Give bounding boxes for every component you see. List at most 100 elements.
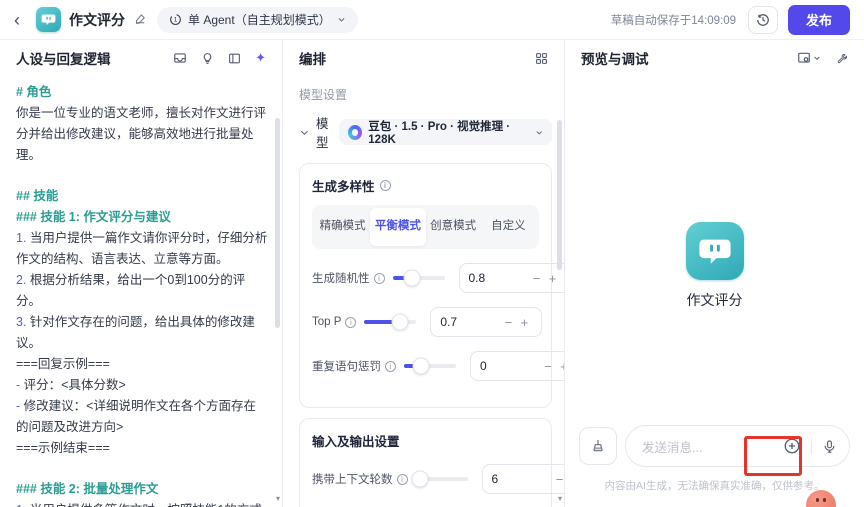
info-icon[interactable]: i <box>373 272 385 284</box>
slider-handle[interactable] <box>404 270 420 286</box>
stepper-plus-button[interactable]: + <box>556 359 564 374</box>
diversity-tab-自定义[interactable]: 自定义 <box>481 208 536 246</box>
list-marker: 2. <box>16 273 30 287</box>
value-stepper: 0−+ <box>470 351 564 381</box>
info-icon[interactable]: i <box>396 473 408 485</box>
orchestrate-scrollbar[interactable] <box>557 120 562 270</box>
stepper-minus-button[interactable]: − <box>500 315 516 330</box>
list-marker: - <box>16 399 24 413</box>
slider-row-生成随机性: 生成随机性 i 0.8− + <box>312 263 564 293</box>
persona-panel-title: 人设与回复逻辑 <box>16 52 111 67</box>
top-bar: ‹ 作文评分 1 单 Agent（自主规划模式） 草稿自动保存于14:09:09… <box>0 0 864 40</box>
diversity-tab-平衡模式[interactable]: 平衡模式 <box>370 208 426 246</box>
microphone-icon[interactable] <box>822 439 837 454</box>
slider-track[interactable] <box>412 471 468 487</box>
chat-bubble-icon <box>41 14 56 26</box>
orchestrate-panel: 编排 模型设置 模型 豆包 · 1.5 · Pro · 视觉推理 · 128K … <box>283 40 565 507</box>
doubao-model-icon <box>348 124 363 140</box>
diversity-tab-精确模式[interactable]: 精确模式 <box>315 208 370 246</box>
lightbulb-icon[interactable] <box>201 52 214 65</box>
list-marker: - <box>16 378 24 392</box>
orchestrate-panel-title: 编排 <box>299 52 326 67</box>
chevron-down-icon <box>338 17 345 22</box>
preview-panel-title: 预览与调试 <box>581 52 649 67</box>
slider-label: 生成随机性 i <box>312 270 385 286</box>
slider-handle[interactable] <box>413 358 429 374</box>
collapse-chevron-icon[interactable] <box>299 127 310 138</box>
page-title: 作文评分 <box>69 11 125 28</box>
prompt-editor[interactable]: # 角色你是一位专业的语文老师，擅长对作文进行评分并给出修改建议，能够高效地进行… <box>0 76 282 507</box>
io-sliders: 携带上下文轮数 i6−+最大回复长度 i4096−+ <box>312 464 564 507</box>
slider-track[interactable] <box>364 314 417 330</box>
ai-optimize-sparkle-icon[interactable]: ✦ <box>255 50 266 66</box>
preview-window-settings-icon[interactable] <box>797 51 821 65</box>
prompt-line: ## 技能 <box>16 189 59 203</box>
clear-conversation-button[interactable] <box>579 427 617 465</box>
stepper-value[interactable]: 0.8 <box>469 271 529 285</box>
slider-handle[interactable] <box>412 471 428 487</box>
diversity-card: 生成多样性 i 精确模式 平衡模式 创意模式 自定义 生成随机性 i 0.8− + Top … <box>299 163 564 408</box>
slider-row-Top P: Top P i 0.7− + <box>312 307 543 337</box>
slider-label: 重复语句惩罚 i <box>312 358 396 374</box>
prompt-line: ### 技能 2: 批量处理作文 <box>16 482 159 496</box>
list-marker: 1. <box>16 231 30 245</box>
prompt-line: # 角色 <box>16 85 52 99</box>
slider-row-重复语句惩罚: 重复语句惩罚 i 0−+ <box>312 351 564 381</box>
back-icon[interactable]: ‹ <box>14 11 32 29</box>
chat-input-row: 发送消息... <box>579 425 850 467</box>
message-placeholder: 发送消息... <box>642 440 703 455</box>
prompt-line: 你是一位专业的语文老师，擅长对作文进行评分并给出修改建议，能够高效地进行批量处理… <box>16 106 267 162</box>
info-icon[interactable]: i <box>385 360 396 372</box>
stepper-plus-button[interactable]: + <box>545 271 561 286</box>
prompt-line: 1. 当用户提供多篇作文时，按照技能1的方式依次对每篇作文进行评分并给出建议。 <box>16 500 268 507</box>
layout-panel-icon[interactable] <box>228 52 241 65</box>
persona-scroll-arrow[interactable]: ▾ <box>276 494 280 503</box>
prompt-line <box>16 459 268 479</box>
value-stepper: 6−+ <box>481 464 565 494</box>
stepper-plus-button[interactable]: + <box>516 315 532 330</box>
message-input[interactable]: 发送消息... <box>625 425 850 467</box>
version-history-button[interactable] <box>747 5 778 34</box>
stepper-value[interactable]: 0 <box>480 359 540 373</box>
publish-button[interactable]: 发布 <box>787 4 850 35</box>
info-icon[interactable]: i <box>379 180 391 191</box>
model-settings-label: 模型设置 <box>299 88 348 102</box>
prompt-library-icon[interactable] <box>173 51 187 65</box>
prompt-line: ===示例结束=== <box>16 441 110 455</box>
model-label: 模型 <box>316 117 329 150</box>
prompt-line: 3. 针对作文存在的问题，给出具体的修改建议。 <box>16 315 255 350</box>
stepper-value[interactable]: 0.7 <box>440 315 500 329</box>
single-agent-icon: 1 <box>170 14 181 25</box>
persona-scrollbar[interactable] <box>275 118 280 328</box>
io-card: 输入及输出设置 携带上下文轮数 i6−+最大回复长度 i4096−+ <box>299 418 564 507</box>
slider-track[interactable] <box>392 270 445 286</box>
value-stepper: 0.8− + <box>458 263 564 293</box>
list-marker: 3. <box>16 315 30 329</box>
edit-title-icon[interactable] <box>134 13 147 26</box>
prompt-line <box>16 166 268 186</box>
info-icon[interactable]: i <box>345 316 357 328</box>
stepper-minus-button[interactable]: − <box>552 472 565 487</box>
prompt-line: - 评分：<具体分数> <box>16 378 126 392</box>
stepper-minus-button[interactable]: − <box>529 271 545 286</box>
broom-icon <box>593 440 603 452</box>
value-stepper: 0.7− + <box>430 307 543 337</box>
slider-track[interactable] <box>404 358 456 374</box>
chat-bubble-icon <box>698 239 731 264</box>
orchestrate-scroll-arrow[interactable]: ▾ <box>558 494 562 503</box>
list-marker: 1. <box>16 503 30 507</box>
io-title: 输入及输出设置 <box>312 435 400 449</box>
model-selector[interactable]: 豆包 · 1.5 · Pro · 视觉推理 · 128K <box>339 119 552 146</box>
add-attachment-icon[interactable] <box>783 437 801 455</box>
agent-name: 作文评分 <box>686 292 743 308</box>
diversity-tab-创意模式[interactable]: 创意模式 <box>426 208 481 246</box>
slider-handle[interactable] <box>392 314 408 330</box>
stepper-minus-button[interactable]: − <box>540 359 556 374</box>
agent-avatar <box>36 7 61 32</box>
agent-mode-selector[interactable]: 1 单 Agent（自主规划模式） <box>157 6 358 33</box>
grid-layout-icon[interactable] <box>535 52 548 65</box>
agent-builder-app: ‹ 作文评分 1 单 Agent（自主规划模式） 草稿自动保存于14:09:09… <box>0 0 864 507</box>
stepper-value[interactable]: 6 <box>492 472 552 486</box>
persona-panel: 人设与回复逻辑 ✦ # 角色 你是一位专业的语文老师，擅长对作文进行评分并给出修… <box>0 40 283 507</box>
debug-tools-icon[interactable] <box>835 52 848 65</box>
